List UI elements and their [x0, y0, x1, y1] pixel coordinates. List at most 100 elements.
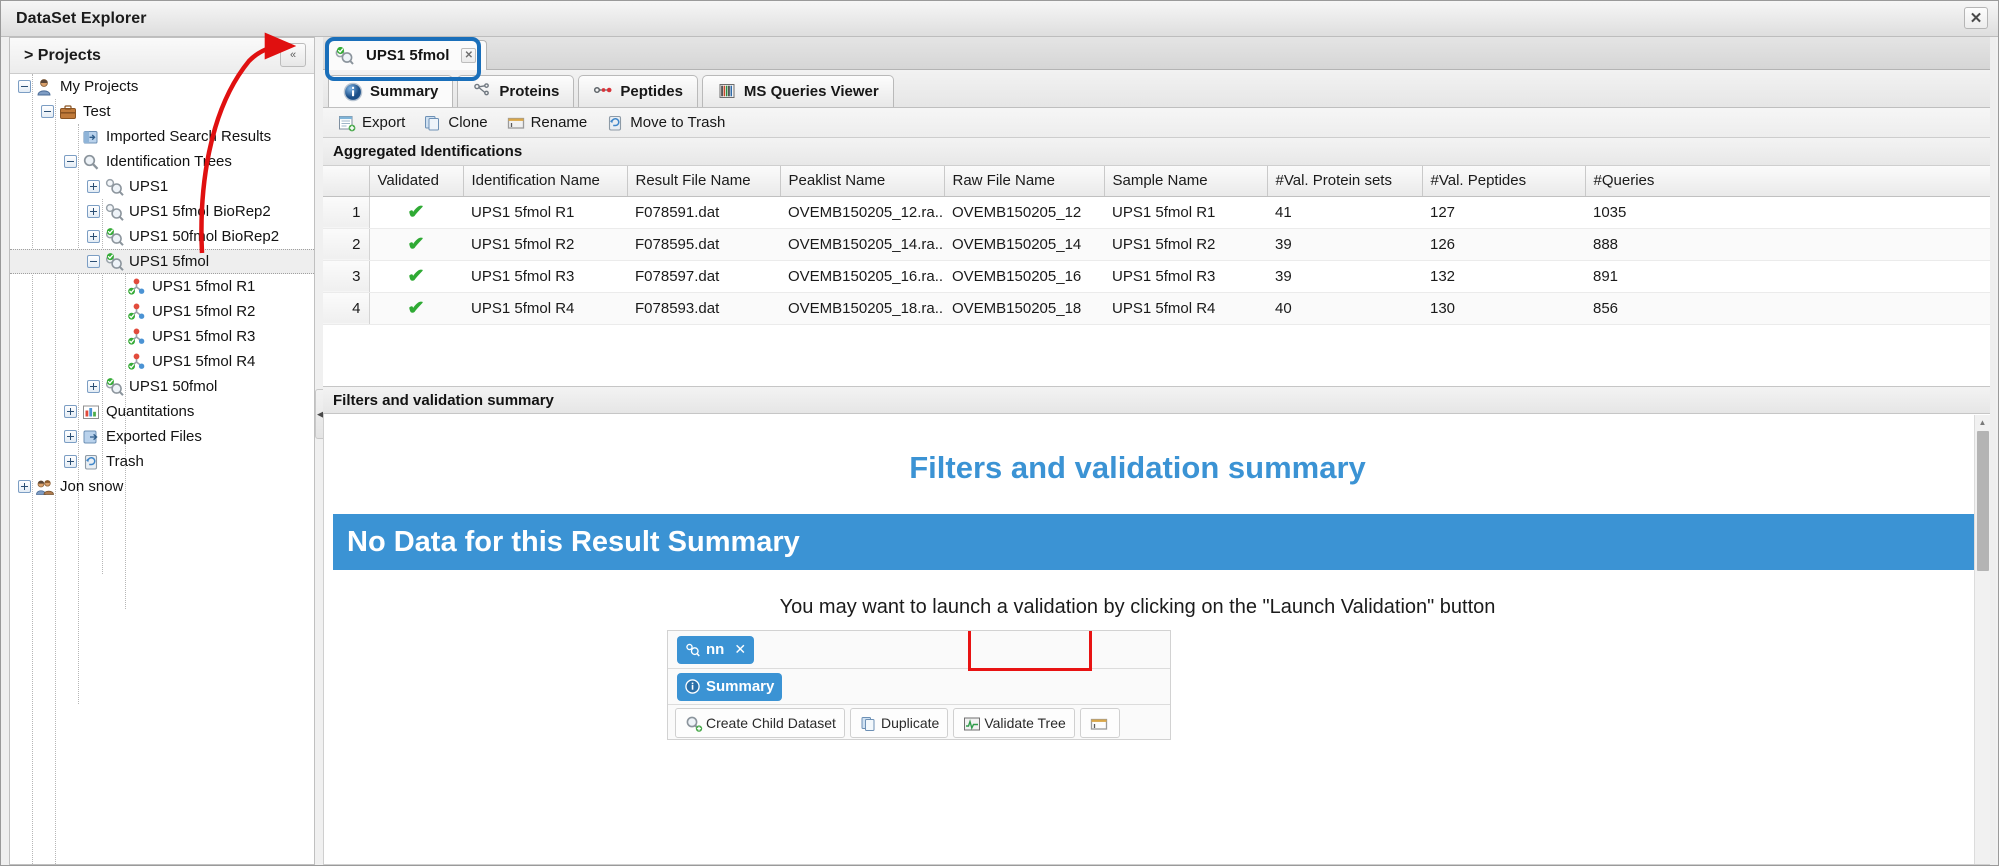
window-scroll-strip[interactable]	[1990, 37, 1996, 865]
tree-node-label: Exported Files	[106, 428, 202, 445]
tree-node-quantitations[interactable]: Quantitations	[10, 399, 314, 424]
window-title: DataSet Explorer	[16, 10, 147, 27]
embedded-summary-tab[interactable]: Summary	[677, 672, 783, 701]
tab-peptides[interactable]: Peptides	[578, 75, 698, 107]
column-header[interactable]: #Val. Peptides	[1422, 166, 1586, 197]
tree-node-exported-files[interactable]: Exported Files	[10, 424, 314, 449]
aggregated-identifications-table-wrapper[interactable]: Validated Identification Name Result File …	[323, 166, 1992, 386]
tree-node-trash[interactable]: Trash	[10, 449, 314, 474]
tree-node-ups1-50fmol-biorep2[interactable]: UPS1 50fmol BioRep2	[10, 224, 314, 249]
expand-icon[interactable]	[64, 405, 77, 418]
column-header[interactable]: Peaklist Name	[780, 166, 945, 197]
tree-node-imported-search-results[interactable]: Imported Search Results	[10, 124, 314, 149]
column-header[interactable]: Identification Name	[463, 166, 628, 197]
filters-validation-summary-header[interactable]: Filters and validation summary	[323, 386, 1992, 414]
tree-node-ups1-5fmol-biorep2[interactable]: UPS1 5fmol BioRep2	[10, 199, 314, 224]
column-header[interactable]: #Queries	[1585, 166, 1992, 197]
validated-check-icon: ✔	[369, 260, 463, 293]
tree-node-list[interactable]: My Projects Test Imported Search Results…	[10, 74, 314, 499]
table-body[interactable]: 1 ✔ UPS1 5fmol R1 F078591.dat OVEMB150205_12…	[323, 196, 1992, 325]
collapse-panel-button[interactable]: «	[280, 43, 306, 67]
tree-node-test[interactable]: Test	[10, 99, 314, 124]
clone-icon	[423, 114, 442, 132]
expand-icon[interactable]	[18, 480, 31, 493]
tree-node-my-projects[interactable]: My Projects	[10, 74, 314, 99]
rename-button[interactable]: Rename	[497, 112, 597, 134]
inner-tab-bar[interactable]: Summary Proteins Peptides MS Queries Vie…	[323, 70, 1992, 108]
embedded-duplicate-button[interactable]: Duplicate	[849, 708, 949, 738]
tree-node-ups1-5fmol-r2[interactable]: UPS1 5fmol R2	[10, 299, 314, 324]
embedded-create-child-dataset-button[interactable]: Create Child Dataset	[675, 708, 845, 738]
table-row[interactable]: 3 ✔ UPS1 5fmol R3 F078597.dat OVEMB150205_16…	[323, 260, 1992, 293]
column-header[interactable]: Raw File Name	[944, 166, 1105, 197]
projects-tree-body[interactable]: My Projects Test Imported Search Results…	[10, 74, 314, 864]
tab-ms-queries-viewer[interactable]: MS Queries Viewer	[701, 75, 894, 107]
id-tree-valid-icon	[334, 46, 354, 65]
tab-label: Peptides	[620, 83, 683, 100]
document-area: UPS1 5fmol ✕ Summary Proteins Peptides M…	[315, 37, 1992, 865]
close-icon[interactable]: ✕	[461, 48, 477, 63]
column-header[interactable]: Validated	[369, 166, 464, 197]
embedded-button-label: Validate Tree	[984, 715, 1066, 731]
embedded-tab-nn[interactable]: nn ✕	[677, 635, 755, 664]
aggregated-identifications-table[interactable]: Validated Identification Name Result File …	[323, 166, 1992, 325]
expand-icon[interactable]	[87, 180, 100, 193]
trash-icon	[605, 114, 624, 132]
tree-node-label: Quantitations	[106, 403, 195, 420]
rset-valid-icon	[127, 328, 147, 346]
tree-node-identification-trees[interactable]: Identification Trees	[10, 149, 314, 174]
id-tree-icon	[104, 203, 124, 221]
cell-raw-file-name: OVEMB150205_18	[944, 292, 1104, 325]
export-button[interactable]: Export	[328, 112, 414, 134]
cell-raw-file-name: OVEMB150205_12	[944, 196, 1104, 229]
expand-icon[interactable]	[87, 205, 100, 218]
embedded-more-button[interactable]	[1079, 708, 1120, 738]
tab-label: MS Queries Viewer	[743, 83, 879, 100]
expand-icon[interactable]	[87, 230, 100, 243]
scroll-up-icon[interactable]: ▲	[1975, 415, 1990, 430]
collapse-icon[interactable]	[64, 155, 77, 168]
tree-node-ups1[interactable]: UPS1	[10, 174, 314, 199]
embedded-button-label: Create Child Dataset	[706, 715, 836, 731]
row-number: 3	[323, 260, 370, 293]
tree-node-ups1-5fmol[interactable]: UPS1 5fmol	[10, 249, 314, 274]
column-header[interactable]	[323, 166, 370, 197]
tab-proteins[interactable]: Proteins	[457, 75, 575, 107]
column-header[interactable]: Sample Name	[1104, 166, 1268, 197]
tab-summary[interactable]: Summary	[328, 75, 454, 107]
table-row[interactable]: 2 ✔ UPS1 5fmol R2 F078595.dat OVEMB150205_14…	[323, 228, 1992, 261]
table-header-row[interactable]: Validated Identification Name Result File …	[323, 166, 1992, 197]
expand-icon[interactable]	[64, 430, 77, 443]
tree-node-ups1-5fmol-r1[interactable]: UPS1 5fmol R1	[10, 274, 314, 299]
column-header[interactable]: #Val. Protein sets	[1267, 166, 1423, 197]
scrollbar-thumb[interactable]	[1977, 431, 1989, 571]
rset-valid-icon	[127, 353, 147, 371]
cell-result-file-name: F078591.dat	[627, 196, 780, 229]
embedded-validate-tree-button[interactable]: Validate Tree	[953, 708, 1075, 738]
embedded-toolbar[interactable]: Create Child Dataset Duplicate Validate …	[668, 705, 1170, 739]
clone-button[interactable]: Clone	[414, 112, 496, 134]
dataset-toolbar[interactable]: Export Clone Rename Move to Trash	[323, 108, 1992, 138]
tree-node-ups1-5fmol-r3[interactable]: UPS1 5fmol R3	[10, 324, 314, 349]
move-to-trash-button[interactable]: Move to Trash	[596, 112, 734, 134]
table-row[interactable]: 4 ✔ UPS1 5fmol R4 F078593.dat OVEMB150205_18…	[323, 292, 1992, 325]
tree-node-ups1-5fmol-r4[interactable]: UPS1 5fmol R4	[10, 349, 314, 374]
close-icon[interactable]: ✕	[734, 641, 746, 658]
collapse-icon[interactable]	[87, 255, 100, 268]
document-tab-strip: UPS1 5fmol ✕	[323, 37, 1992, 70]
expand-icon[interactable]	[87, 380, 100, 393]
close-icon[interactable]: ✕	[1964, 7, 1988, 29]
document-tab-ups1-5fmol[interactable]: UPS1 5fmol ✕	[325, 40, 488, 70]
collapse-icon[interactable]	[18, 80, 31, 93]
expand-icon[interactable]	[64, 455, 77, 468]
cell-result-file-name: F078597.dat	[627, 260, 780, 293]
tree-node-ups1-50fmol[interactable]: UPS1 50fmol	[10, 374, 314, 399]
cell-peaklist-name: OVEMB150205_12.ra...	[780, 196, 944, 229]
table-row[interactable]: 1 ✔ UPS1 5fmol R1 F078591.dat OVEMB150205_12…	[323, 196, 1992, 229]
projects-tree-header: > Projects «	[10, 38, 314, 74]
collapse-icon[interactable]	[41, 105, 54, 118]
column-header[interactable]: Result File Name	[627, 166, 781, 197]
bottom-panel-scrollbar[interactable]: ▲	[1974, 415, 1990, 864]
tree-node-jon-snow[interactable]: Jon snow	[10, 474, 314, 499]
